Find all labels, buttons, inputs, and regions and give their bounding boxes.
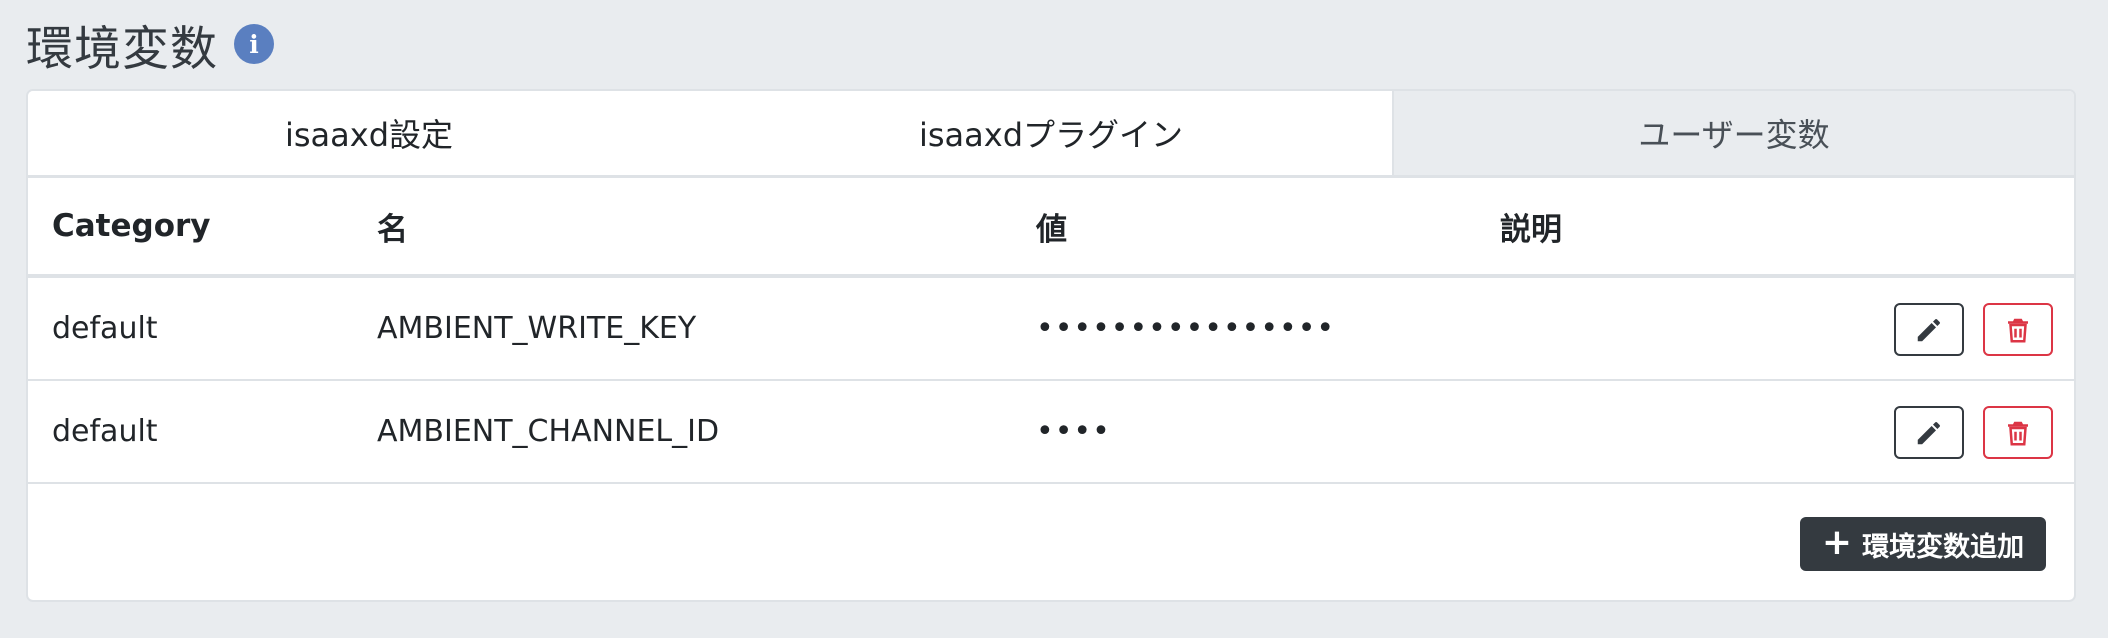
trash-icon <box>2008 421 2028 445</box>
add-env-variable-button[interactable]: + 環境変数追加 <box>1800 517 2046 571</box>
table-footer: + 環境変数追加 <box>28 484 2074 600</box>
tab-user-variables[interactable]: ユーザー変数 <box>1392 91 2074 175</box>
trash-icon <box>2008 318 2028 342</box>
edit-button[interactable] <box>1894 406 1964 459</box>
info-icon[interactable]: i <box>234 24 274 64</box>
table-row: default AMBIENT_WRITE_KEY ••••••••••••••… <box>28 278 2074 381</box>
delete-button[interactable] <box>1983 406 2053 459</box>
env-card: isaaxd設定 isaaxdプラグイン ユーザー変数 Category 名 値… <box>26 89 2076 602</box>
row-category: default <box>52 414 158 449</box>
tab-isaaxd-settings[interactable]: isaaxd設定 <box>28 91 710 175</box>
tab-isaaxd-plugins[interactable]: isaaxdプラグイン <box>710 91 1392 175</box>
header-description: 説明 <box>1500 211 1562 248</box>
row-category: default <box>52 311 158 346</box>
edit-button[interactable] <box>1894 303 1964 356</box>
page-title: 環境変数 <box>26 21 218 77</box>
page-header: 環境変数 i <box>26 14 274 77</box>
pencil-icon <box>1917 318 1940 341</box>
env-table: Category 名 値 説明 default AMBIENT_WRITE_KE… <box>28 178 2074 484</box>
table-row: default AMBIENT_CHANNEL_ID •••• <box>28 381 2074 484</box>
header-value: 値 <box>1036 211 1068 248</box>
tab-bar: isaaxd設定 isaaxdプラグイン ユーザー変数 <box>28 91 2074 178</box>
pencil-icon <box>1917 421 1940 444</box>
add-button-label: 環境変数追加 <box>1862 531 2025 563</box>
row-name: AMBIENT_WRITE_KEY <box>377 311 697 346</box>
table-header-row: Category 名 値 説明 <box>28 178 2074 278</box>
header-category: Category <box>52 208 211 244</box>
row-value: •••• <box>1036 414 1111 449</box>
row-name: AMBIENT_CHANNEL_ID <box>377 414 720 449</box>
plus-icon: + <box>1821 521 1853 563</box>
delete-button[interactable] <box>1983 303 2053 356</box>
row-value: •••••••••••••••• <box>1036 311 1336 346</box>
header-name: 名 <box>377 211 408 248</box>
